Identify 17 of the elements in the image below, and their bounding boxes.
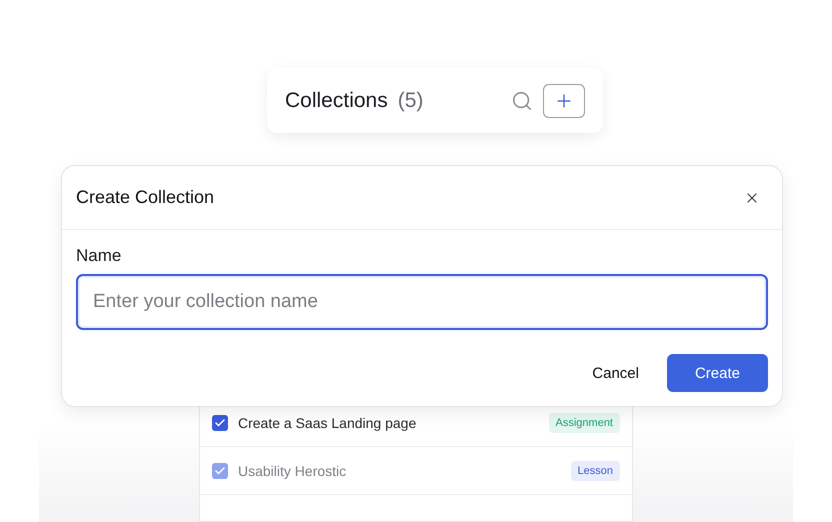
task-title: Usability Herostic: [238, 462, 348, 478]
checkbox[interactable]: [212, 462, 228, 478]
task-title: Create a Saas Landing page: [238, 414, 418, 430]
task-tag: Assignment: [548, 412, 620, 432]
search-icon[interactable]: [511, 90, 533, 112]
name-label: Name: [76, 246, 122, 266]
name-input-field[interactable]: Enter your collection name: [76, 274, 768, 330]
check-icon: [214, 416, 226, 428]
check-icon: [214, 464, 226, 476]
task-tag: Lesson: [570, 460, 620, 480]
dialog-title: Create Collection: [76, 187, 216, 208]
collection-count: (5): [398, 88, 424, 112]
create-button[interactable]: Create: [666, 354, 768, 392]
collections-title: Collections: [285, 88, 388, 112]
cancel-button[interactable]: Cancel: [576, 354, 655, 392]
add-button[interactable]: [543, 84, 585, 118]
checkbox[interactable]: [212, 414, 228, 430]
